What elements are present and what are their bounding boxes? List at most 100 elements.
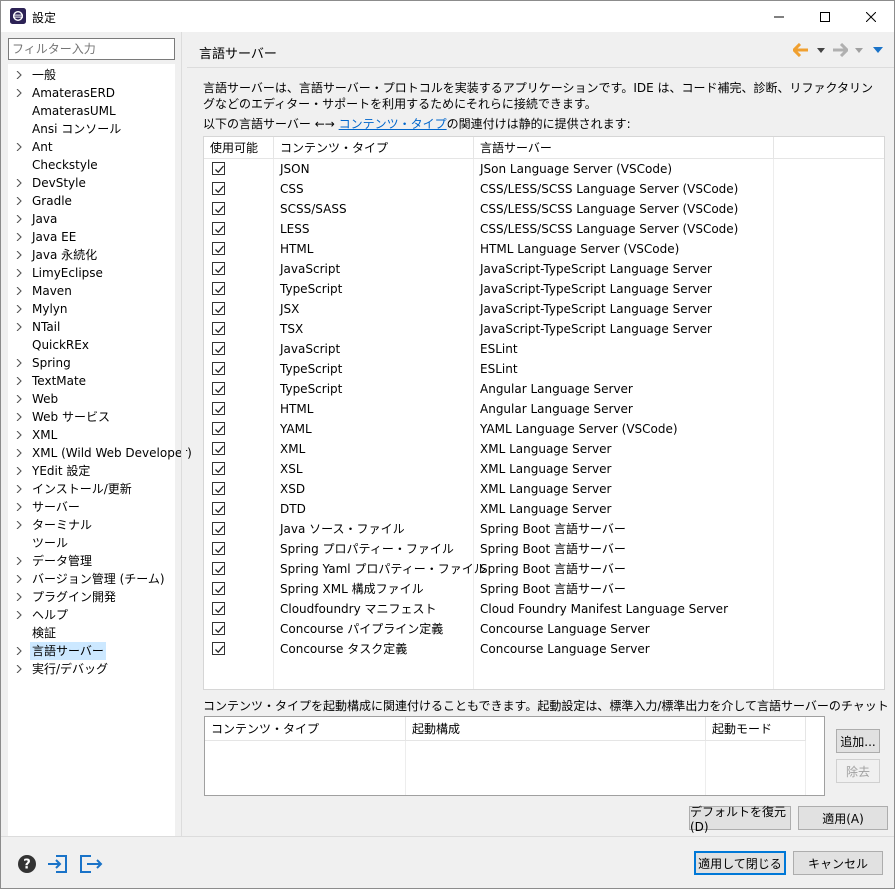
chevron-right-icon[interactable] [15,485,23,493]
enabled-checkbox[interactable] [212,242,225,255]
maximize-button[interactable] [802,1,848,32]
splitter-sash[interactable] [181,32,186,836]
tree-item[interactable]: 検証 [8,624,175,642]
enabled-checkbox[interactable] [212,522,225,535]
table-row[interactable]: DTD XML Language Server [204,499,884,519]
enabled-checkbox[interactable] [212,382,225,395]
tree-item[interactable]: Java [8,210,175,228]
export-button[interactable] [77,852,103,876]
chevron-right-icon[interactable] [15,287,23,295]
table-row[interactable]: JSX JavaScript-TypeScript Language Server [204,299,884,319]
view-menu-button[interactable] [873,42,883,58]
column-header-language-server[interactable]: 言語サーバー [474,137,774,159]
tree-item[interactable]: ツール [8,534,175,552]
table-row[interactable]: Spring プロパティー・ファイル Spring Boot 言語サーバー [204,539,884,559]
chevron-right-icon[interactable] [15,305,23,313]
tree-item[interactable]: ターミナル [8,516,175,534]
enabled-checkbox[interactable] [212,222,225,235]
enabled-checkbox[interactable] [212,442,225,455]
back-dropdown[interactable] [817,42,825,58]
restore-defaults-button[interactable]: デフォルトを復元(D) [689,805,791,834]
table-row[interactable]: Concourse パイプライン定義 Concourse Language Ser… [204,619,884,639]
column-header-enabled[interactable]: 使用可能 [204,137,274,159]
tree-item[interactable]: ヘルプ [8,606,175,624]
content-type-link[interactable]: コンテンツ・タイプ [339,117,447,131]
table-row[interactable]: XML XML Language Server [204,439,884,459]
tree-item[interactable]: Web サービス [8,408,175,426]
table-row[interactable]: TSX JavaScript-TypeScript Language Server [204,319,884,339]
chevron-right-icon[interactable] [15,359,23,367]
chevron-right-icon[interactable] [15,431,23,439]
chevron-right-icon[interactable] [15,413,23,421]
enabled-checkbox[interactable] [212,502,225,515]
table-row[interactable]: Spring XML 構成ファイル Spring Boot 言語サーバー [204,579,884,599]
table-row[interactable]: CSS CSS/LESS/SCSS Language Server (VSCode… [204,179,884,199]
enabled-checkbox[interactable] [212,322,225,335]
table-row[interactable]: TypeScript JavaScript-TypeScript Language… [204,279,884,299]
tree-item[interactable]: サーバー [8,498,175,516]
enabled-checkbox[interactable] [212,202,225,215]
tree-item[interactable]: 一般 [8,66,175,84]
tree-item[interactable]: QuickREx [8,336,175,354]
chevron-right-icon[interactable] [15,647,23,655]
tree-item[interactable]: Java 永続化 [8,246,175,264]
tree-item[interactable]: Gradle [8,192,175,210]
chevron-right-icon[interactable] [15,395,23,403]
tree-item[interactable]: Ansi コンソール [8,120,175,138]
chevron-right-icon[interactable] [15,89,23,97]
launch-config-table[interactable]: コンテンツ・タイプ 起動構成 起動モード [204,716,825,796]
chevron-right-icon[interactable] [15,179,23,187]
table-row[interactable]: XSD XML Language Server [204,479,884,499]
tree-item[interactable]: AmaterasUML [8,102,175,120]
chevron-right-icon[interactable] [15,665,23,673]
tree-item[interactable]: インストール/更新 [8,480,175,498]
chevron-right-icon[interactable] [15,575,23,583]
tree-item[interactable]: 実行/デバッグ [8,660,175,678]
table-row[interactable]: LESS CSS/LESS/SCSS Language Server (VSCod… [204,219,884,239]
enabled-checkbox[interactable] [212,182,225,195]
forward-button[interactable] [832,42,848,58]
language-server-table[interactable]: 使用可能 コンテンツ・タイプ 言語サーバー JSON JSon Language … [203,136,885,690]
chevron-right-icon[interactable] [15,557,23,565]
column-header-content-type[interactable]: コンテンツ・タイプ [274,137,474,159]
table-row[interactable]: JavaScript ESLint [204,339,884,359]
tree-item[interactable]: Mylyn [8,300,175,318]
remove-button[interactable]: 除去 [836,759,880,783]
enabled-checkbox[interactable] [212,342,225,355]
preferences-tree[interactable]: 一般 AmaterasERD AmaterasUML Ansi コンソール Ant Che… [8,64,192,836]
tree-item[interactable]: AmaterasERD [8,84,175,102]
enabled-checkbox[interactable] [212,362,225,375]
apply-and-close-button[interactable]: 適用して閉じる [694,851,786,875]
column-header-content-type[interactable]: コンテンツ・タイプ [205,717,406,741]
table-row[interactable]: JSON JSon Language Server (VSCode) [204,159,884,179]
table-row[interactable]: Java ソース・ファイル Spring Boot 言語サーバー [204,519,884,539]
chevron-right-icon[interactable] [15,449,23,457]
help-button[interactable]: ? [15,852,39,876]
tree-item[interactable]: Ant [8,138,175,156]
table-row[interactable]: JavaScript JavaScript-TypeScript Language… [204,259,884,279]
chevron-right-icon[interactable] [15,71,23,79]
table-row[interactable]: TypeScript Angular Language Server [204,379,884,399]
table-row[interactable]: SCSS/SASS CSS/LESS/SCSS Language Server (… [204,199,884,219]
chevron-right-icon[interactable] [15,467,23,475]
chevron-right-icon[interactable] [15,269,23,277]
table-row[interactable]: Spring Yaml プロパティー・ファイル Spring Boot 言語サーバ… [204,559,884,579]
column-header-launch-config[interactable]: 起動構成 [406,717,706,741]
apply-button[interactable]: 適用(A) [798,806,888,830]
add-button[interactable]: 追加... [836,729,880,753]
tree-item[interactable]: Web [8,390,175,408]
chevron-right-icon[interactable] [15,251,23,259]
forward-dropdown[interactable] [855,42,863,58]
enabled-checkbox[interactable] [212,542,225,555]
table-row[interactable]: XSL XML Language Server [204,459,884,479]
enabled-checkbox[interactable] [212,642,225,655]
import-button[interactable] [46,852,70,876]
table-row[interactable]: YAML YAML Language Server (VSCode) [204,419,884,439]
table-row[interactable]: Cloudfoundry マニフェスト Cloud Foundry Manifes… [204,599,884,619]
table-row[interactable]: HTML HTML Language Server (VSCode) [204,239,884,259]
enabled-checkbox[interactable] [212,162,225,175]
enabled-checkbox[interactable] [212,262,225,275]
enabled-checkbox[interactable] [212,422,225,435]
tree-item[interactable]: Maven [8,282,175,300]
column-header-launch-mode[interactable]: 起動モード [706,717,806,741]
